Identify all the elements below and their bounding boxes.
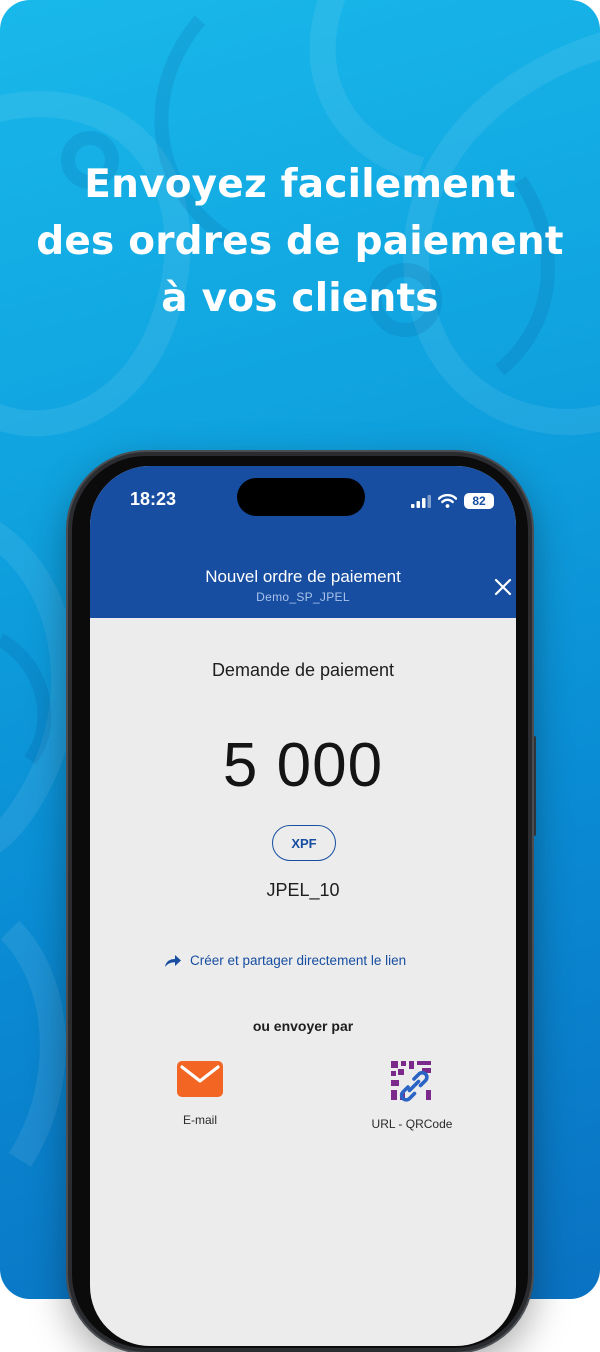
email-icon [177, 1061, 223, 1097]
send-qrcode-option[interactable]: URL - QRCode [352, 1060, 472, 1131]
promo-headline: Envoyez facilement des ordres de paiemen… [0, 156, 600, 327]
payment-reference: JPEL_10 [266, 880, 340, 900]
qr-link-icon [391, 1061, 431, 1102]
screen-title: Nouvel ordre de paiement [205, 567, 401, 586]
qrcode-option-label: URL - QRCode [371, 1117, 453, 1131]
share-arrow-icon [165, 954, 181, 967]
share-link-label: Créer et partager directement le lien [190, 953, 407, 968]
payment-request-title: Demande de paiement [211, 660, 395, 680]
send-email-option[interactable]: E-mail [140, 1060, 260, 1127]
app-header: 18:23 82 Nouvel ordre de paiement Demo_S… [90, 466, 516, 618]
currency-badge[interactable]: XPF [272, 825, 336, 861]
payment-amount: 5 000 [222, 731, 384, 800]
close-icon[interactable] [494, 578, 512, 596]
email-option-label: E-mail [182, 1113, 217, 1127]
wifi-icon [438, 494, 457, 508]
cellular-signal-icon [411, 494, 431, 508]
battery-icon: 82 [464, 493, 494, 509]
dynamic-island [237, 478, 365, 516]
merchant-subtitle: Demo_SP_JPEL [256, 590, 350, 604]
share-link-button[interactable]: Créer et partager directement le lien [164, 953, 406, 968]
headline-line-2: des ordres de paiement [36, 219, 564, 264]
status-time: 18:23 [130, 489, 177, 509]
app-screen: 18:23 82 Nouvel ordre de paiement Demo_S… [90, 466, 516, 1346]
send-by-label: ou envoyer par [252, 1018, 354, 1034]
headline-line-1: Envoyez facilement [84, 162, 516, 207]
status-icons: 82 [411, 492, 494, 510]
headline-line-3: à vos clients [161, 276, 439, 321]
